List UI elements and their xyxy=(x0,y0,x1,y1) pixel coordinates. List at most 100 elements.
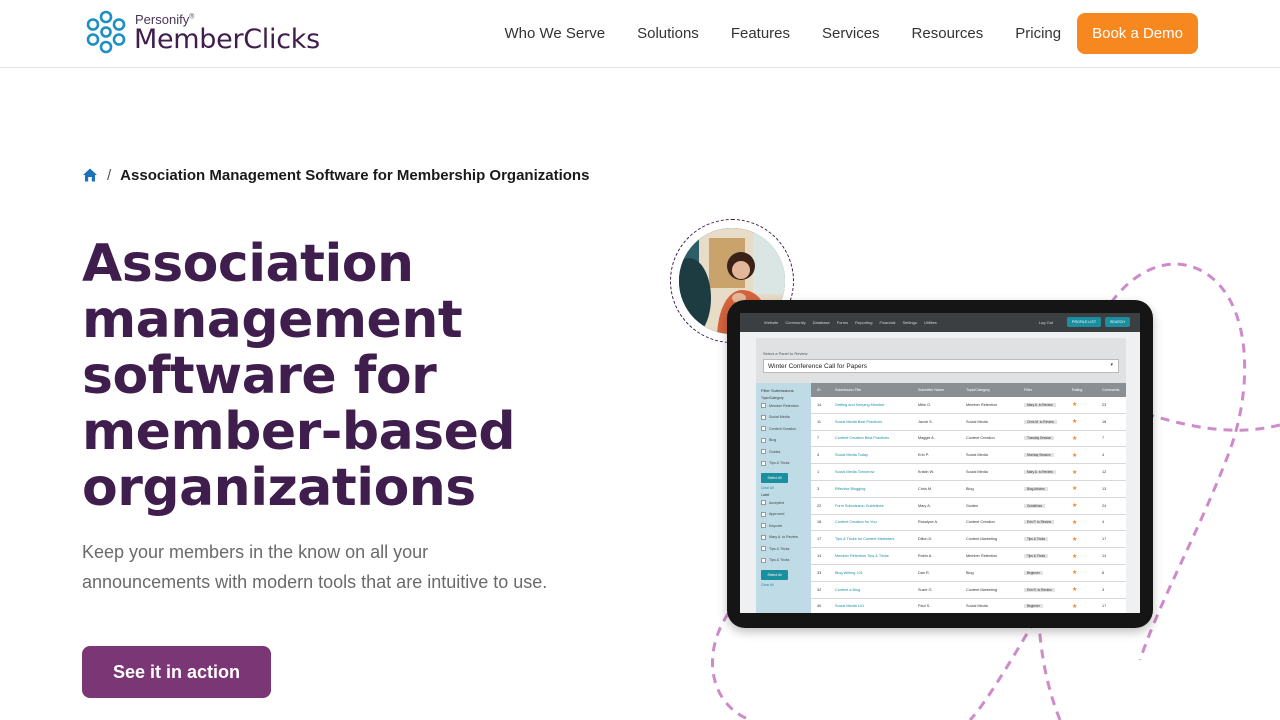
cell-filter: Erin R. to Review xyxy=(1020,587,1066,592)
app-nav-item: Website xyxy=(764,320,779,325)
cell-title: Tips & Tricks for Content Marketers xyxy=(835,537,895,542)
breadcrumb: / Association Management Software for Me… xyxy=(82,165,589,185)
column-header: Filter xyxy=(1024,388,1032,392)
filter-subheading: Topic/Category xyxy=(761,396,784,400)
panel-select: Winter Conference Call for Papers ▾ xyxy=(763,359,1119,373)
cell-name: Kristin W. xyxy=(918,470,935,475)
clear-all-link: Clear All xyxy=(761,583,774,587)
rating-star-icon: ★ xyxy=(1072,587,1078,594)
book-demo-button[interactable]: Book a Demo xyxy=(1077,13,1198,54)
filter-option: Guides xyxy=(756,446,811,458)
cell-id: 14 xyxy=(817,402,822,407)
rating-star-icon: ★ xyxy=(1072,469,1078,476)
breadcrumb-current: Association Management Software for Memb… xyxy=(120,166,590,184)
title-line: member-based xyxy=(82,402,516,462)
cell-comments: 17 xyxy=(1102,537,1107,542)
cell-filter: Beginner xyxy=(1020,570,1066,575)
rating-star-icon: ★ xyxy=(1072,419,1078,426)
chevron-down-icon: ▾ xyxy=(1110,362,1113,368)
cell-title: Social Media 101 xyxy=(835,604,865,609)
select-all-button: Select All xyxy=(761,473,788,483)
app-topbar: Website Community Database Forms Reporti… xyxy=(740,313,1140,332)
see-it-in-action-button[interactable]: See it in action xyxy=(82,646,271,698)
cell-comments: 3 xyxy=(1102,587,1105,592)
table-body: 14 Getting and Keeping Member Mike O. Membe… xyxy=(811,397,1126,613)
cell-comments: 4 xyxy=(1102,453,1105,458)
cell-id: 14 xyxy=(817,554,822,559)
cell-name: Dillon D. xyxy=(918,537,933,542)
rating-star-icon: ★ xyxy=(1072,402,1078,409)
column-header: Comments xyxy=(1102,388,1120,392)
app-nav-item: Settings xyxy=(902,320,917,325)
cell-comments: 12 xyxy=(1102,470,1107,475)
app-nav-item: Database xyxy=(812,320,830,325)
table-header: ID Submission Title Submitter Name Topic… xyxy=(811,383,1126,397)
cell-name: Mike O. xyxy=(918,402,932,407)
panel-select-label: Select a Panel to Review xyxy=(763,351,808,356)
cell-filter: Guidelines xyxy=(1020,503,1066,508)
filter-option: Social Media xyxy=(756,412,811,424)
cell-topic: Social Media xyxy=(966,453,988,458)
nav-who-we-serve[interactable]: Who We Serve xyxy=(505,25,606,42)
nav-services[interactable]: Services xyxy=(822,25,880,42)
column-header: Submitter Name xyxy=(918,388,944,392)
rating-star-icon: ★ xyxy=(1072,603,1078,610)
checkbox xyxy=(761,500,766,506)
cell-title: Social Media Today xyxy=(835,453,868,458)
cell-topic: Content Marketing xyxy=(966,587,998,592)
panel-select-value: Winter Conference Call for Papers xyxy=(768,363,867,370)
cell-filter: Chris M. to Review xyxy=(1020,419,1066,424)
table-row: 22 Form Submission Guidelines Mary A. Guide… xyxy=(811,497,1126,515)
cell-topic: Social Media xyxy=(966,470,988,475)
filter-option: Tips & Tricks xyxy=(756,543,811,555)
tablet-screen: Website Community Database Forms Reporti… xyxy=(740,313,1140,613)
home-icon[interactable] xyxy=(82,167,98,183)
filter-option: Tips & Tricks xyxy=(756,555,811,567)
nav-features[interactable]: Features xyxy=(731,25,790,42)
cell-comments: 17 xyxy=(1102,604,1107,609)
nav-pricing[interactable]: Pricing xyxy=(1015,25,1061,42)
review-panel: Select a Panel to Review Winter Conferen… xyxy=(756,338,1126,613)
checkbox xyxy=(761,523,766,529)
main-nav: Who We Serve Solutions Features Services… xyxy=(505,13,1198,54)
cell-name: Chris M. xyxy=(918,486,933,491)
cell-topic: Blog xyxy=(966,486,974,491)
nav-solutions[interactable]: Solutions xyxy=(637,25,699,42)
table-row: 1 Social Media Tomorrow Kristin W. Social M… xyxy=(811,464,1126,481)
app-nav-item: Forms xyxy=(836,320,849,325)
logo-wordmark: Personify® MemberClicks xyxy=(134,8,334,56)
table-row: 7 Content Creation Best Practices Maggie A… xyxy=(811,430,1126,448)
column-header: Submission Title xyxy=(835,388,862,392)
table-row: 14 Getting and Keeping Member Mike O. Membe… xyxy=(811,397,1126,414)
cell-title: Member Retention Tips & Tricks xyxy=(835,554,889,559)
cell-title: Content Creation Best Practices xyxy=(835,436,890,441)
cell-id: 32 xyxy=(817,587,822,592)
filter-heading: Filter Submissions xyxy=(761,388,794,393)
cell-title: Blog Writing 101 xyxy=(835,570,863,575)
rating-star-icon: ★ xyxy=(1072,570,1078,577)
app-nav-item: Utilities xyxy=(923,320,937,325)
cell-id: 22 xyxy=(817,503,822,508)
app-search-button: SEARCH xyxy=(1105,317,1130,327)
tablet-mockup: Website Community Database Forms Reporti… xyxy=(727,300,1153,628)
nav-resources[interactable]: Resources xyxy=(912,25,984,42)
cell-topic: Guides xyxy=(966,503,979,508)
filter-sidebar: Filter Submissions Topic/Category Member… xyxy=(756,383,811,613)
logo-flower-icon xyxy=(86,10,126,54)
cell-name: Suzie G. xyxy=(918,587,933,592)
rating-star-icon: ★ xyxy=(1072,503,1078,510)
cell-title: Social Media Tomorrow xyxy=(835,470,875,475)
filter-option: Accepted xyxy=(756,497,811,509)
cell-name: Paul S. xyxy=(918,604,931,609)
checkbox xyxy=(761,546,766,552)
memberclicks-logo[interactable]: Personify® MemberClicks xyxy=(82,8,334,56)
cell-id: 18 xyxy=(817,520,822,525)
table-row: 33 Blog Writing 101 Dan R. Blog Beginner ★ 8 xyxy=(811,564,1126,582)
cell-filter: Blog Articles xyxy=(1020,486,1066,491)
cell-comments: 7 xyxy=(1102,436,1105,441)
column-header: ID xyxy=(817,388,821,392)
cell-id: 33 xyxy=(817,570,822,575)
checkbox xyxy=(761,511,766,517)
cell-topic: Content Marketing xyxy=(966,537,998,542)
site-header: Personify® MemberClicks Who We Serve Sol… xyxy=(0,0,1280,68)
